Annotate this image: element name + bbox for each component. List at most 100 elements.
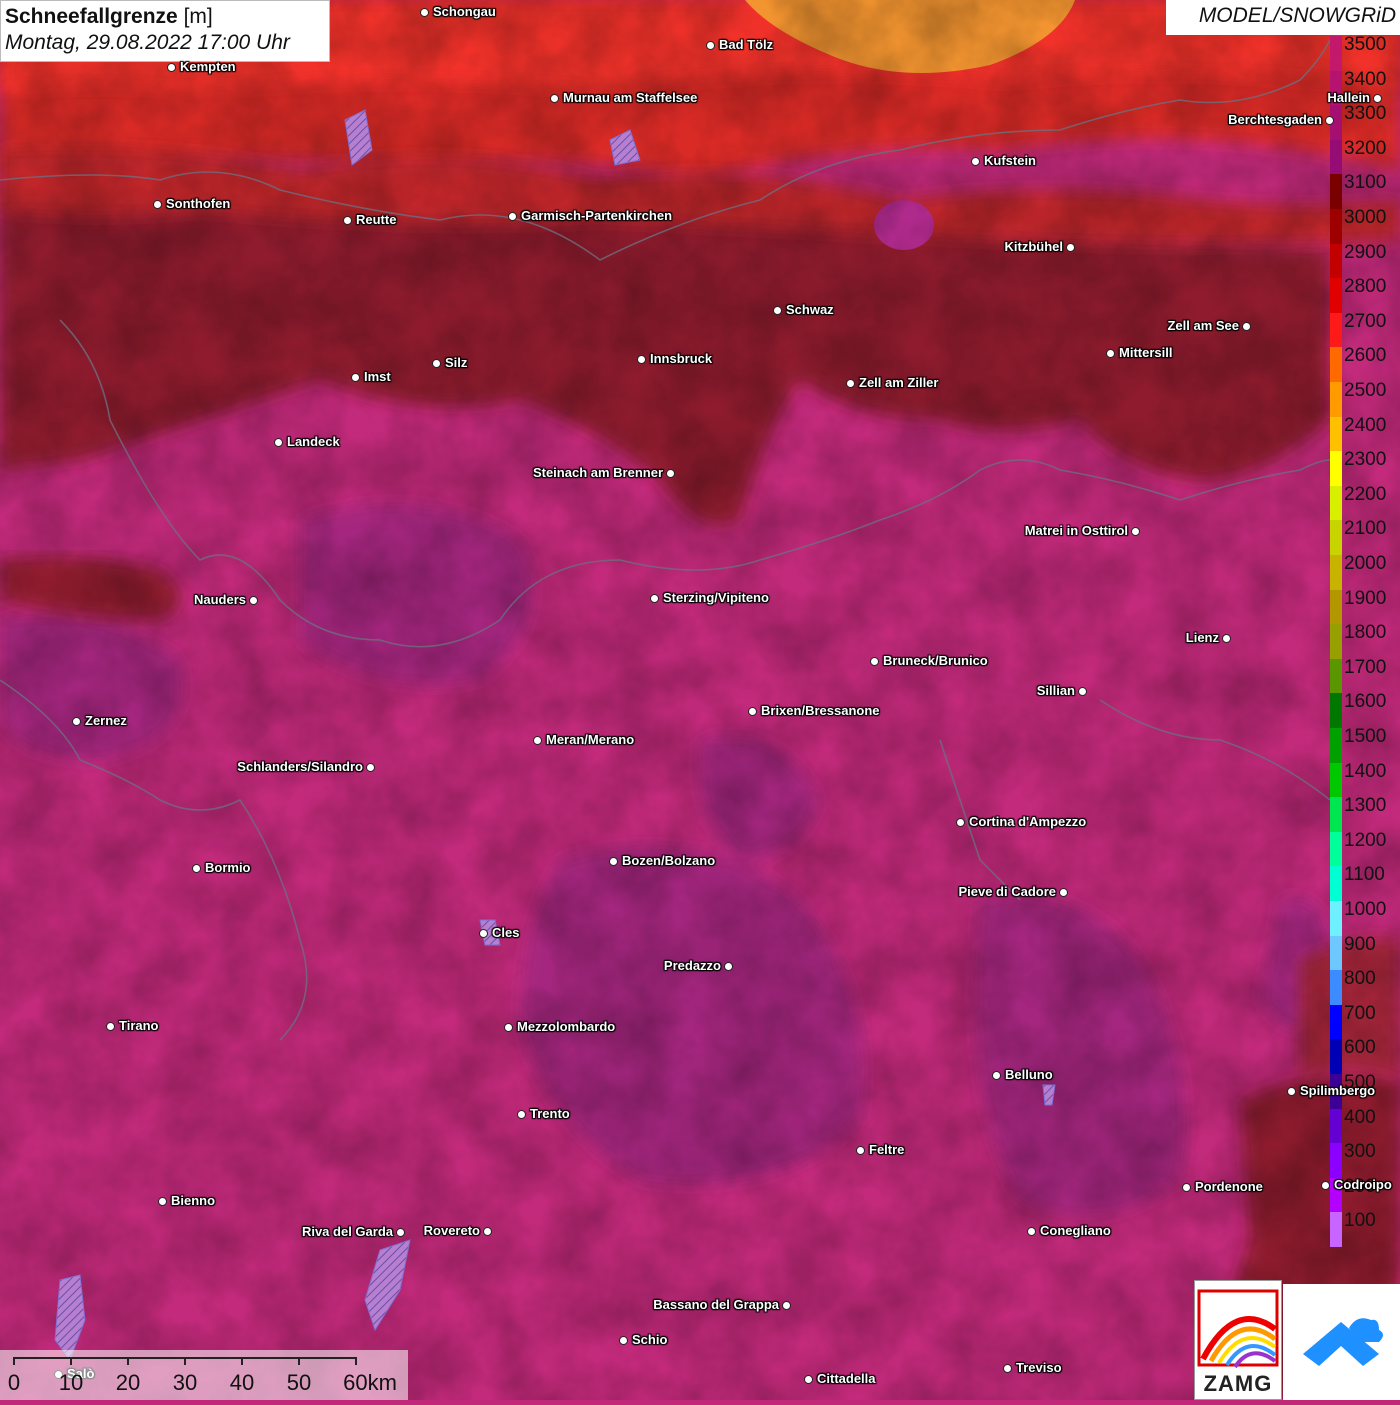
- legend-swatch: [1330, 174, 1342, 210]
- legend-label: 3500: [1344, 34, 1387, 55]
- city-dot-icon: [870, 657, 879, 666]
- legend-swatch: [1330, 1108, 1342, 1144]
- city-label: Schwaz: [786, 302, 834, 317]
- legend-label: 100: [1344, 1210, 1376, 1232]
- city-label: Cortina d'Ampezzo: [969, 814, 1087, 829]
- legend-label: 2700: [1344, 310, 1387, 332]
- legend-swatch: [1330, 555, 1342, 591]
- legend-swatch: [1330, 485, 1342, 521]
- rainbow-icon: [1197, 1289, 1279, 1369]
- legend-label: 400: [1344, 1106, 1376, 1128]
- city-label: Riva del Garda: [301, 1224, 393, 1239]
- city-dot-icon: [508, 212, 517, 221]
- city-dot-icon: [637, 355, 646, 364]
- legend-label: 3300: [1344, 103, 1387, 125]
- legend-swatch: [1330, 728, 1342, 764]
- legend-swatch: [1330, 278, 1342, 314]
- legend-label: 800: [1344, 968, 1376, 990]
- city-label: Nauders: [193, 592, 246, 607]
- legend-swatch: [1330, 935, 1342, 971]
- city-label: Pordenone: [1195, 1179, 1263, 1194]
- city-label: Lienz: [1185, 630, 1219, 645]
- scale-bar-tick: [298, 1357, 300, 1365]
- legend-swatch: [1330, 624, 1342, 660]
- city-label: Silz: [445, 355, 468, 370]
- legend-label: 1800: [1344, 622, 1387, 644]
- legend-swatch: [1330, 1004, 1342, 1040]
- legend-swatch: [1330, 243, 1342, 279]
- legend-label: 3400: [1344, 68, 1387, 90]
- city-label: Pieve di Cadore: [958, 884, 1056, 899]
- city-dot-icon: [856, 1146, 865, 1155]
- city-dot-icon: [274, 438, 283, 447]
- legend-label: 1100: [1344, 864, 1385, 886]
- scale-bar-label: 0: [7, 1370, 21, 1395]
- city-dot-icon: [1066, 243, 1075, 252]
- map-title-text: Schneefallgrenze: [5, 5, 178, 28]
- title-box: Schneefallgrenze [m] Montag, 29.08.2022 …: [0, 0, 330, 62]
- city-label: Schio: [632, 1332, 668, 1347]
- city-dot-icon: [846, 379, 855, 388]
- scale-bar-label: 40: [229, 1370, 255, 1395]
- city-dot-icon: [1325, 116, 1334, 125]
- city-dot-icon: [956, 818, 965, 827]
- snowflake-cloud-icon: [1303, 1318, 1383, 1366]
- scale-bar: 0 10 20 30 40 50 60km: [0, 1350, 408, 1400]
- legend-swatch: [1330, 520, 1342, 556]
- city-label: Steinach am Brenner: [532, 465, 663, 480]
- city-label: Zell am See: [1167, 318, 1239, 333]
- city-label: Brixen/Bressanone: [761, 703, 880, 718]
- city-label: Cles: [492, 925, 520, 940]
- city-label: Landeck: [287, 434, 340, 449]
- legend-label: 1000: [1344, 899, 1387, 920]
- legend-swatch: [1330, 797, 1342, 833]
- scale-bar-tick: [127, 1357, 129, 1365]
- city-label: Sillian: [1036, 683, 1075, 698]
- city-label: Codroipo: [1334, 1177, 1392, 1192]
- city-dot-icon: [343, 216, 352, 225]
- city-dot-icon: [724, 962, 733, 971]
- city-dot-icon: [992, 1071, 1001, 1080]
- city-label: Feltre: [869, 1142, 905, 1157]
- scale-bar-tick: [241, 1357, 243, 1365]
- map-datetime: Montag, 29.08.2022 17:00 Uhr: [5, 31, 290, 54]
- city-dot-icon: [666, 469, 675, 478]
- city-dot-icon: [483, 1227, 492, 1236]
- city-dot-icon: [1287, 1087, 1296, 1096]
- city-dot-icon: [1027, 1227, 1036, 1236]
- zamg-logo-text: ZAMG: [1203, 1371, 1273, 1396]
- scale-bar-tick: [13, 1357, 15, 1365]
- city-label: Mezzolombardo: [517, 1019, 616, 1034]
- model-label: MODEL/SNOWGRiD: [1166, 0, 1400, 35]
- city-label: Zernez: [85, 713, 127, 728]
- city-label: Bassano del Grappa: [653, 1297, 779, 1312]
- legend-swatch: [1330, 36, 1342, 72]
- city-label: Kufstein: [984, 153, 1036, 168]
- city-label: Conegliano: [1040, 1223, 1111, 1238]
- city-dot-icon: [1003, 1364, 1012, 1373]
- legend-swatch: [1330, 762, 1342, 798]
- city-label: Mittersill: [1119, 345, 1173, 360]
- city-dot-icon: [782, 1301, 791, 1310]
- scale-bar-label: 50: [286, 1370, 312, 1395]
- city-dot-icon: [479, 929, 488, 938]
- city-label: Zell am Ziller: [859, 375, 939, 390]
- city-label: Bruneck/Brunico: [883, 653, 988, 668]
- city-dot-icon: [167, 63, 176, 72]
- city-dot-icon: [192, 864, 201, 873]
- legend-swatch: [1330, 970, 1342, 1006]
- city-label: Imst: [364, 369, 391, 384]
- legend-label: 2400: [1344, 414, 1387, 436]
- city-label: Matrei in Osttirol: [1024, 523, 1128, 538]
- legend-swatch: [1330, 589, 1342, 625]
- legend-swatch: [1330, 1143, 1342, 1179]
- city-label: Treviso: [1016, 1360, 1062, 1375]
- city-label: Hallein: [1327, 90, 1370, 105]
- city-dot-icon: [609, 857, 618, 866]
- snow-cloud-logo: [1283, 1284, 1400, 1400]
- legend-label: 1500: [1344, 726, 1387, 747]
- city-label: Innsbruck: [650, 351, 713, 366]
- city-dot-icon: [706, 41, 715, 50]
- city-dot-icon: [1106, 349, 1115, 358]
- city-dot-icon: [153, 200, 162, 209]
